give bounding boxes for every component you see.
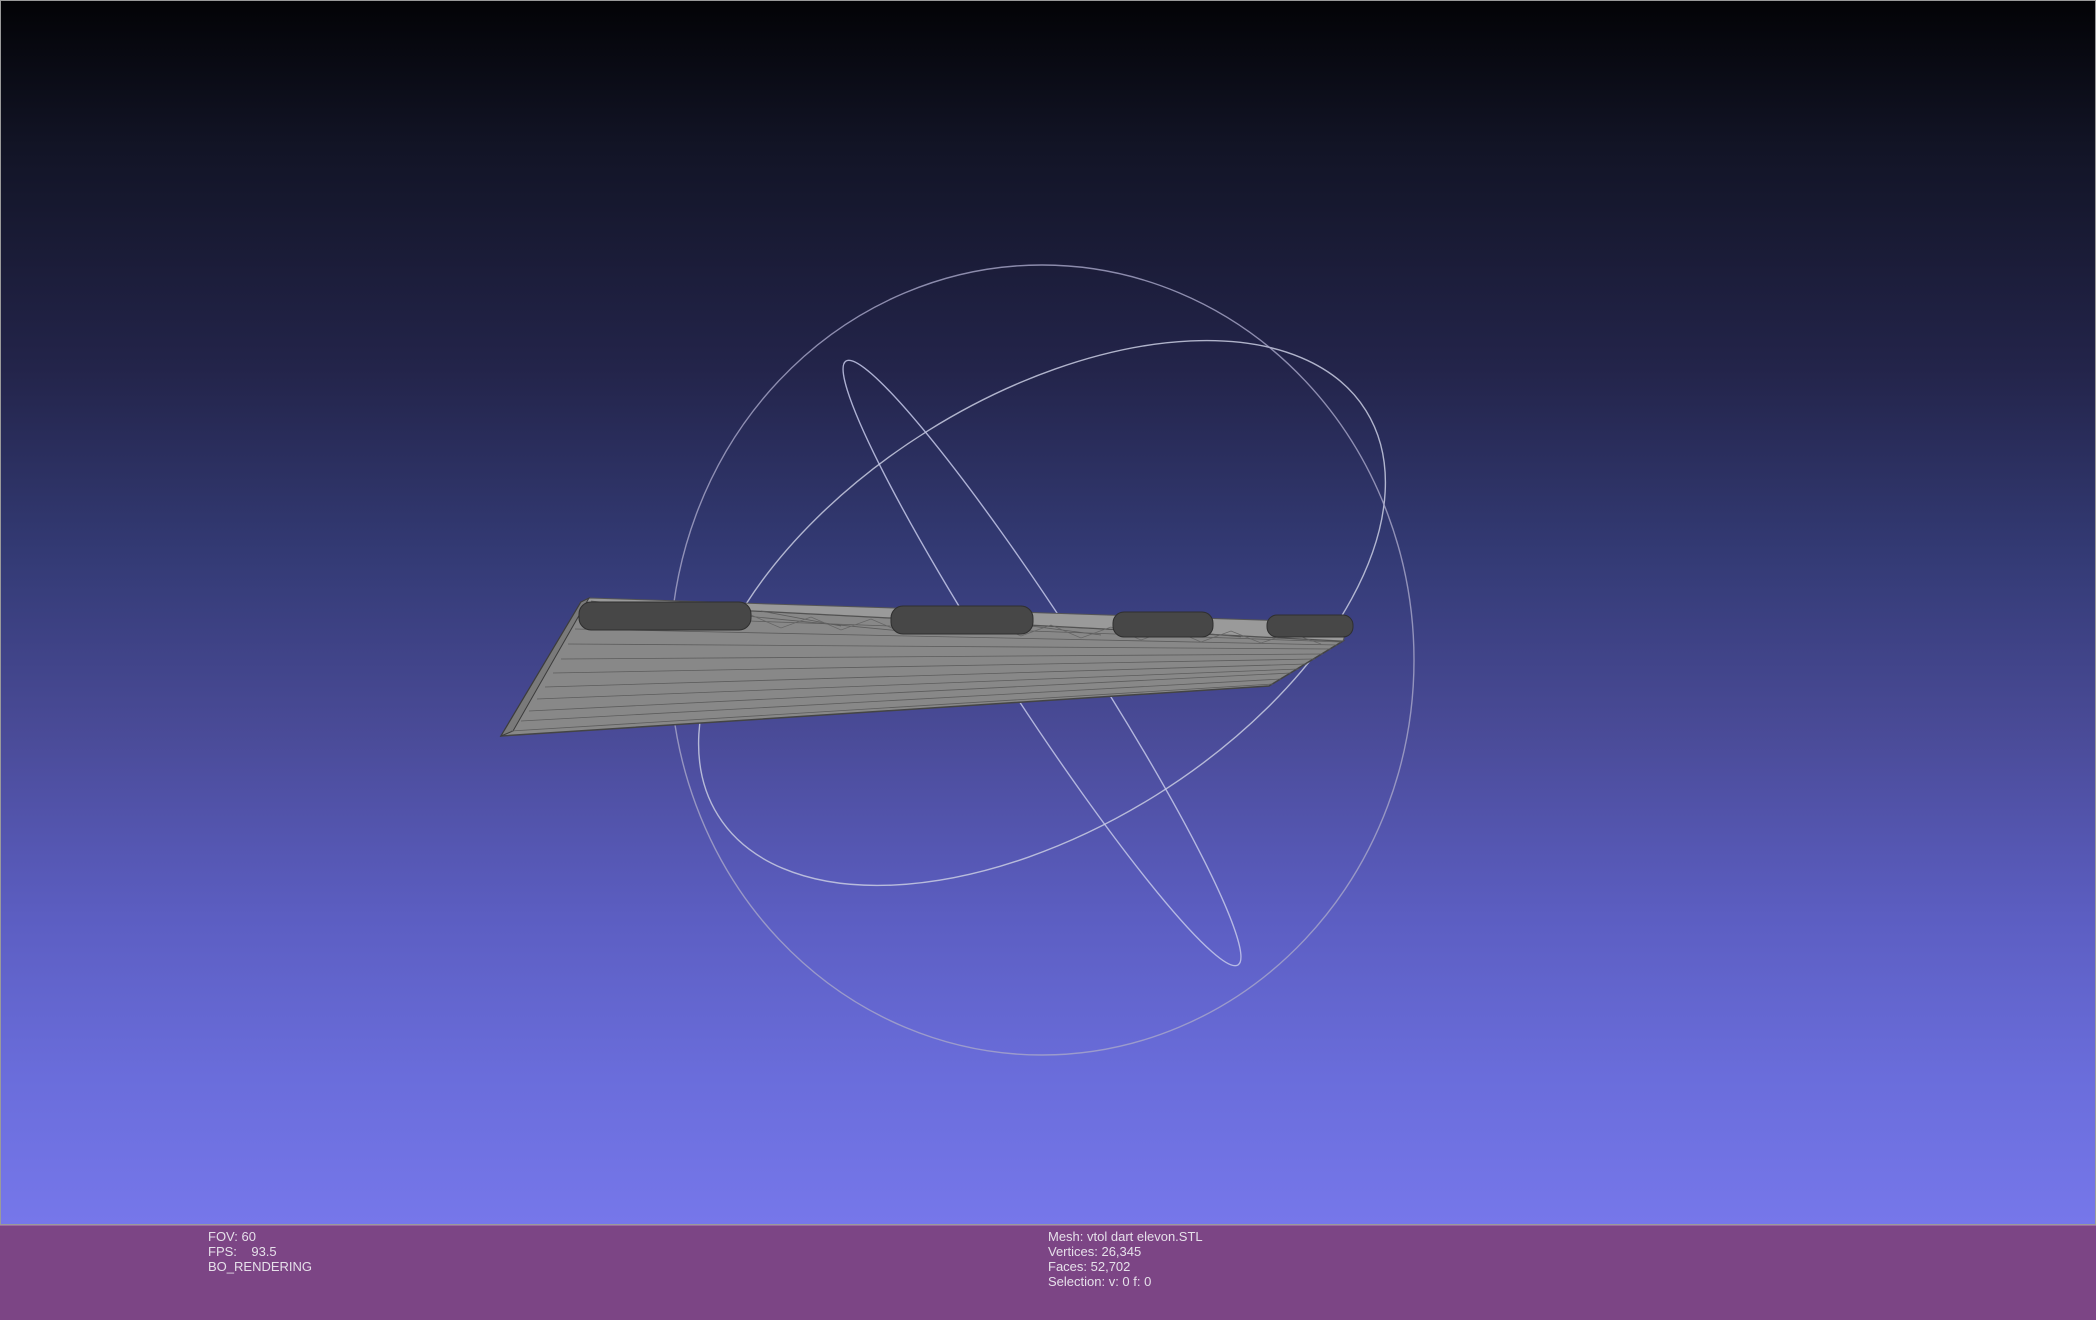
selection-label: Selection: v: 0 f: 0	[1048, 1274, 1152, 1289]
fps-label: FPS: 93.5	[208, 1244, 277, 1259]
3d-viewport[interactable]	[0, 0, 2096, 1225]
info-bar: FOV: 60 FPS: 93.5 BO_RENDERING Mesh: vto…	[0, 1225, 2096, 1320]
mesh-elevon[interactable]	[499, 596, 1354, 738]
mesh-info: Mesh: vtol dart elevon.STL Vertices: 26,…	[1048, 1229, 1203, 1289]
mesh-name-label: Mesh: vtol dart elevon.STL	[1048, 1229, 1203, 1244]
faces-label: Faces: 52,702	[1048, 1259, 1131, 1274]
fov-label: FOV: 60	[208, 1229, 256, 1244]
render-mode-label: BO_RENDERING	[208, 1259, 313, 1274]
hinge-knuckle-1	[578, 601, 752, 631]
vertices-label: Vertices: 26,345	[1048, 1244, 1142, 1259]
hinge-knuckle-2	[890, 605, 1034, 635]
hinge-knuckle-4	[1266, 614, 1354, 638]
hinge-knuckle-3	[1112, 611, 1214, 638]
render-info: FOV: 60 FPS: 93.5 BO_RENDERING	[208, 1229, 312, 1274]
scene-canvas[interactable]	[1, 1, 2096, 1226]
